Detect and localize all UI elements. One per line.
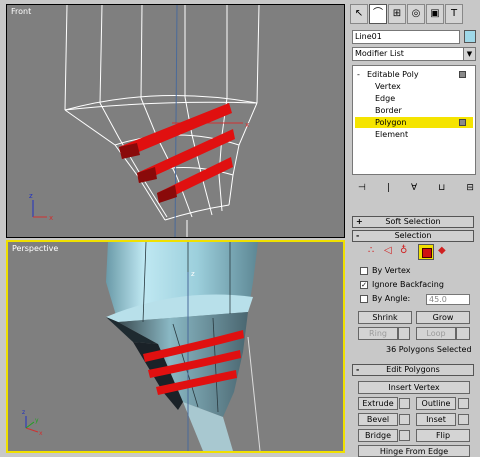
inset-button[interactable]: Inset: [416, 413, 456, 426]
border-level-icon[interactable]: ♁: [400, 246, 407, 256]
edge-level-icon[interactable]: ◁: [384, 246, 392, 256]
object-name-field[interactable]: Line01: [352, 30, 460, 44]
object-color-swatch[interactable]: [464, 30, 476, 43]
chevron-down-icon[interactable]: ▼: [463, 48, 475, 60]
inset-settings-icon[interactable]: [458, 414, 469, 425]
by-vertex-checkbox[interactable]: [360, 267, 368, 275]
by-angle-spinner[interactable]: 45.0: [426, 294, 470, 305]
perspective-viewport[interactable]: Perspective z z x y: [6, 240, 345, 453]
stack-item-edge[interactable]: Edge: [375, 93, 395, 104]
stack-item-element[interactable]: Element: [375, 129, 408, 140]
ring-button[interactable]: Ring: [358, 327, 398, 340]
shrink-button[interactable]: Shrink: [358, 311, 412, 324]
selection-rollout[interactable]: - Selection: [352, 230, 474, 242]
modifier-stack: - Editable Poly Vertex Edge Border Polyg…: [352, 65, 476, 175]
stack-item-polygon[interactable]: Polygon: [355, 117, 473, 128]
modifier-list-dropdown[interactable]: Modifier List ▼: [352, 47, 476, 61]
configure-modifier-sets-icon[interactable]: ⊟: [466, 183, 474, 197]
stack-item-border[interactable]: Border: [375, 105, 402, 116]
element-level-icon[interactable]: ◆: [438, 246, 446, 256]
stack-tools-row: ⊣ | ∀ ⊔ ⊟: [358, 183, 474, 197]
loop-spinner[interactable]: [456, 327, 470, 340]
polygon-level-icon: [422, 248, 432, 258]
by-vertex-label: By Vertex: [372, 266, 411, 275]
svg-text:y: y: [35, 417, 39, 424]
stack-item-polygon-icon: [459, 119, 466, 126]
selection-status-text: 36 Polygons Selected: [386, 345, 472, 354]
svg-text:x: x: [39, 430, 43, 437]
svg-text:z: z: [29, 192, 33, 200]
front-wireframe: x z x: [29, 5, 260, 237]
max-ui: Front x z x Perspective z z x y ↖ ⌒ ⊞ ◎ …: [0, 0, 480, 457]
ignore-backfacing-label: Ignore Backfacing: [372, 280, 444, 289]
pin-stack-icon[interactable]: ⊣: [358, 183, 366, 197]
stack-item-editable-poly-icon: [459, 71, 466, 78]
persp-axis-tripod: z x y: [22, 409, 43, 437]
hinge-from-edge-button[interactable]: Hinge From Edge: [358, 445, 470, 457]
svg-text:z: z: [22, 409, 25, 416]
command-panel: ↖ ⌒ ⊞ ◎ ▣ T Line01 Modifier List ▼ - Edi…: [348, 0, 480, 457]
edit-polygons-rollout[interactable]: - Edit Polygons: [352, 364, 474, 376]
remove-modifier-icon[interactable]: ⊔: [438, 183, 445, 197]
stack-toggle-minus[interactable]: -: [357, 69, 360, 80]
modifier-list-label: Modifier List: [355, 49, 404, 58]
outline-settings-icon[interactable]: [458, 398, 469, 409]
extrude-button[interactable]: Extrude: [358, 397, 398, 410]
utilities-tab-hammer-icon[interactable]: T: [445, 4, 463, 24]
persp-gizmo-z-label: z: [191, 270, 195, 278]
modify-tab-bend-icon[interactable]: ⌒: [369, 4, 387, 24]
by-angle-label: By Angle:: [372, 294, 411, 303]
motion-tab-icon[interactable]: ◎: [407, 4, 425, 24]
selected-polygon-rings: [119, 103, 235, 203]
show-end-result-icon[interactable]: |: [387, 183, 390, 197]
bridge-button[interactable]: Bridge: [358, 429, 398, 442]
display-tab-icon[interactable]: ▣: [426, 4, 444, 24]
front-gizmo-x-label: x: [245, 121, 249, 129]
ignore-backfacing-checkbox[interactable]: ✓: [360, 281, 368, 289]
insert-vertex-button[interactable]: Insert Vertex: [358, 381, 470, 394]
grow-button[interactable]: Grow: [416, 311, 470, 324]
bevel-button[interactable]: Bevel: [358, 413, 398, 426]
loop-button[interactable]: Loop: [416, 327, 456, 340]
bevel-settings-icon[interactable]: [399, 414, 410, 425]
stack-item-editable-poly[interactable]: Editable Poly: [367, 69, 419, 80]
stack-item-vertex[interactable]: Vertex: [375, 81, 401, 92]
front-axis-tripod: z x: [29, 192, 53, 222]
polygon-level-button[interactable]: [418, 244, 434, 260]
vertex-level-icon[interactable]: ∴: [368, 246, 374, 256]
extrude-settings-icon[interactable]: [399, 398, 410, 409]
make-unique-icon[interactable]: ∀: [411, 183, 417, 197]
outline-button[interactable]: Outline: [416, 397, 456, 410]
flip-button[interactable]: Flip: [416, 429, 470, 442]
ring-spinner[interactable]: [398, 327, 410, 340]
create-tab-cursor-icon[interactable]: ↖: [350, 4, 368, 24]
svg-text:x: x: [49, 214, 53, 222]
front-viewport[interactable]: Front x z x: [6, 4, 345, 238]
perspective-shaded-mesh: z z x y: [22, 242, 261, 451]
soft-selection-rollout[interactable]: + Soft Selection: [352, 216, 474, 228]
command-panel-tabs: ↖ ⌒ ⊞ ◎ ▣ T: [350, 4, 478, 26]
bridge-settings-icon[interactable]: [399, 430, 410, 441]
hierarchy-tab-icon[interactable]: ⊞: [388, 4, 406, 24]
by-angle-checkbox[interactable]: [360, 295, 368, 303]
